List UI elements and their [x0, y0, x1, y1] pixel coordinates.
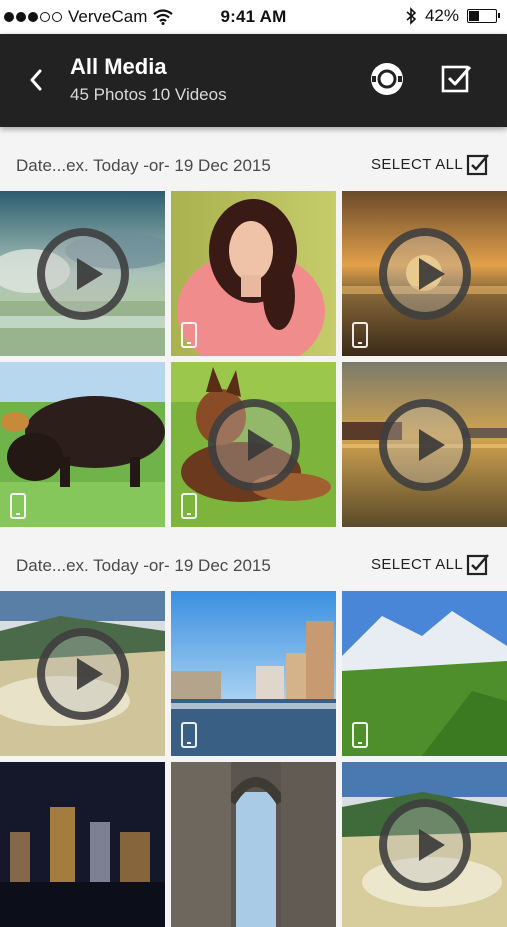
checkbox-icon[interactable]	[466, 553, 490, 577]
select-all-button[interactable]: SELECT ALL	[371, 556, 463, 573]
play-icon[interactable]	[379, 799, 471, 891]
media-thumbnail-night-city[interactable]	[0, 762, 165, 927]
media-thumbnail-cattle[interactable]	[0, 362, 165, 527]
section-header: Date...ex. Today -or- 19 Dec 2015 SELECT…	[0, 141, 507, 191]
play-icon[interactable]	[37, 228, 129, 320]
arch-street-image	[171, 762, 336, 927]
night-city-image	[0, 762, 165, 927]
chevron-left-icon	[30, 69, 42, 91]
media-thumbnail-harbour-sunset[interactable]	[342, 362, 507, 527]
media-thumbnail-dog[interactable]	[171, 362, 336, 527]
phone-icon	[181, 722, 197, 748]
media-thumbnail-terraces[interactable]	[0, 591, 165, 756]
section-date-label: Date...ex. Today -or- 19 Dec 2015	[16, 556, 271, 575]
phone-icon	[10, 493, 26, 519]
media-thumbnail-lake-sky[interactable]	[0, 191, 165, 356]
battery-percent: 42%	[424, 6, 459, 25]
phone-icon	[352, 722, 368, 748]
app-header: All Media 45 Photos 10 Videos	[0, 34, 507, 127]
select-all-button[interactable]: SELECT ALL	[371, 156, 463, 173]
phone-icon	[352, 322, 368, 348]
media-count: 45 Photos 10 Videos	[70, 85, 227, 104]
play-icon[interactable]	[37, 628, 129, 720]
play-icon[interactable]	[379, 228, 471, 320]
phone-icon	[181, 322, 197, 348]
media-thumbnail-portrait[interactable]	[171, 191, 336, 356]
back-button[interactable]	[22, 64, 50, 96]
phone-icon	[181, 493, 197, 519]
media-thumbnail-arch-street[interactable]	[171, 762, 336, 927]
media-thumbnail-sunset-sea[interactable]	[342, 191, 507, 356]
battery-icon	[467, 9, 500, 23]
page-title: All Media	[70, 54, 167, 79]
select-mode-button[interactable]	[441, 63, 473, 95]
media-thumbnail-marina-city[interactable]	[171, 591, 336, 756]
media-thumbnail-alpine-meadow[interactable]	[342, 591, 507, 756]
bluetooth-icon	[406, 7, 417, 25]
camera-lens-icon[interactable]	[370, 62, 404, 96]
checkbox-icon[interactable]	[466, 153, 490, 177]
media-thumbnail-terraces-2[interactable]	[342, 762, 507, 927]
section-date-label: Date...ex. Today -or- 19 Dec 2015	[16, 156, 271, 175]
play-icon[interactable]	[379, 399, 471, 491]
section-header: Date...ex. Today -or- 19 Dec 2015 SELECT…	[0, 541, 507, 591]
play-icon[interactable]	[208, 399, 300, 491]
status-bar: VerveCam 9:41 AM 42%	[0, 0, 507, 34]
